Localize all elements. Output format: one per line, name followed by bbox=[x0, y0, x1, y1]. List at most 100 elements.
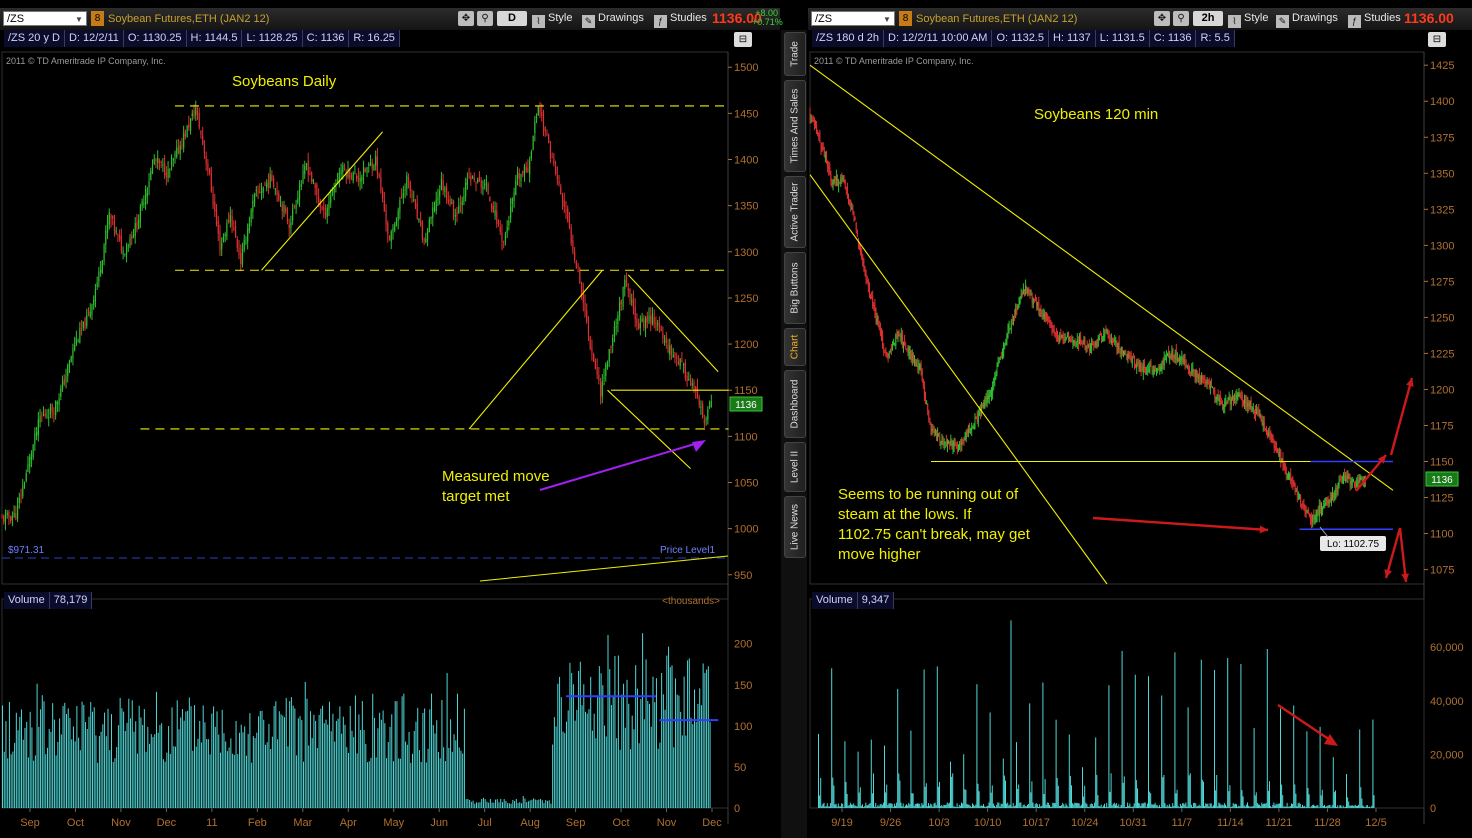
right-volume-bar bbox=[1272, 804, 1274, 808]
right-volume-bar bbox=[1040, 806, 1042, 808]
right-volume-bar bbox=[1160, 807, 1162, 808]
left-candle-body bbox=[60, 388, 62, 397]
right-volume-bar bbox=[1244, 806, 1246, 808]
right-volume-bar bbox=[1112, 803, 1114, 808]
left-candle-body bbox=[449, 198, 451, 206]
right-volume-bar bbox=[910, 730, 912, 808]
right-candle-body bbox=[937, 433, 939, 440]
right-candle-body bbox=[866, 280, 868, 282]
left-candle-body bbox=[120, 236, 122, 252]
left-candle-body bbox=[112, 215, 114, 219]
sidebar-tab-live-news[interactable]: Live News bbox=[784, 496, 806, 558]
right-volume-bar bbox=[1205, 803, 1207, 808]
right-candle-body bbox=[906, 348, 908, 350]
left-candle-body bbox=[248, 223, 250, 231]
right-volume-bar bbox=[1122, 782, 1124, 808]
right-volume-bar bbox=[1149, 791, 1151, 808]
right-candle-body bbox=[1082, 342, 1084, 344]
left-candle-body bbox=[456, 212, 458, 216]
right-candle-body bbox=[1125, 350, 1127, 355]
right-volume-bar bbox=[1355, 805, 1357, 808]
right-volume-bar bbox=[1126, 806, 1127, 808]
sidebar-tab-trade[interactable]: Trade bbox=[784, 32, 806, 76]
right-volume-bar bbox=[1294, 784, 1296, 808]
right-volume-bar bbox=[818, 733, 819, 808]
sidebar-tab-dashboard[interactable]: Dashboard bbox=[784, 370, 806, 438]
right-volume-bar bbox=[1192, 807, 1193, 808]
left-volume-bar bbox=[55, 755, 57, 808]
right-y-tick-label: 1125 bbox=[1430, 493, 1454, 505]
right-volume-bar bbox=[873, 773, 874, 808]
right-volume-bar bbox=[1331, 805, 1333, 808]
sidebar-tab-big-buttons[interactable]: Big Buttons bbox=[784, 252, 806, 324]
left-volume-bar bbox=[379, 712, 381, 808]
left-candle-body bbox=[274, 188, 276, 190]
left-candle-body bbox=[323, 207, 325, 210]
right-volume-bar bbox=[1007, 802, 1009, 808]
right-volume-bar bbox=[931, 804, 933, 808]
left-volume-bar bbox=[361, 701, 363, 808]
left-volume-bar bbox=[46, 747, 48, 808]
left-volume-bar bbox=[263, 719, 265, 808]
right-candle-body bbox=[1301, 504, 1303, 506]
left-candle-body bbox=[433, 209, 436, 211]
right-volume-bar bbox=[1047, 802, 1049, 808]
right-volume-bar bbox=[1185, 802, 1187, 808]
right-copyright: 2011 © TD Ameritrade IP Company, Inc. bbox=[814, 56, 974, 66]
right-volume-bar bbox=[898, 773, 900, 808]
right-volume-bar bbox=[884, 745, 885, 808]
left-price-chart[interactable]: 9501000105011001150120012501300135014001… bbox=[0, 0, 780, 838]
left-trendline bbox=[261, 131, 384, 271]
right-candle-body bbox=[1218, 397, 1220, 401]
right-volume-bar bbox=[943, 804, 945, 808]
left-volume-bar bbox=[567, 710, 569, 808]
right-price-chart[interactable]: 1075110011251150117512001225125012751300… bbox=[808, 0, 1472, 838]
right-candle-body bbox=[1337, 485, 1339, 494]
right-volume-bar bbox=[948, 802, 950, 808]
right-candle-body bbox=[1338, 481, 1340, 485]
left-volume-bar bbox=[36, 683, 38, 808]
left-candle-body bbox=[504, 233, 507, 241]
left-volume-bar bbox=[526, 802, 528, 808]
left-candle-body bbox=[298, 188, 301, 200]
right-candle-body bbox=[1173, 354, 1175, 359]
sidebar-tab-level-ii[interactable]: Level II bbox=[784, 442, 806, 492]
left-candle-body bbox=[506, 227, 508, 233]
left-volume-bar bbox=[5, 721, 7, 808]
right-volume-tick-label: 20,000 bbox=[1430, 749, 1464, 761]
left-candle-body bbox=[22, 485, 24, 497]
left-volume-bar bbox=[40, 709, 42, 808]
right-annotation-text: move higher bbox=[838, 546, 921, 563]
right-y-tick-label: 1100 bbox=[1430, 529, 1454, 541]
left-y-tick-label: 1100 bbox=[734, 431, 758, 443]
right-volume-bar bbox=[1099, 806, 1101, 808]
right-volume-bar bbox=[903, 806, 905, 808]
sidebar-tab-active-trader[interactable]: Active Trader bbox=[784, 176, 806, 248]
right-volume-bar bbox=[1133, 803, 1135, 808]
left-candle-body bbox=[357, 176, 359, 182]
right-candle-body bbox=[887, 356, 889, 358]
sidebar-tab-times-and-sales[interactable]: Times And Sales bbox=[784, 80, 806, 172]
right-candle-body bbox=[1346, 475, 1348, 479]
left-candle-body bbox=[328, 202, 330, 210]
right-candle-body bbox=[1192, 368, 1194, 373]
right-volume-bar bbox=[1270, 806, 1272, 808]
right-candle-body bbox=[832, 182, 834, 185]
right-candle-body bbox=[1329, 497, 1331, 503]
right-candle-body bbox=[815, 122, 816, 127]
right-volume-bar bbox=[1280, 708, 1281, 808]
right-candle-body bbox=[1200, 379, 1201, 382]
left-volume-bar bbox=[455, 740, 457, 808]
sidebar-tab-chart[interactable]: Chart bbox=[784, 328, 806, 366]
left-candle-body bbox=[561, 195, 564, 203]
right-candle-body bbox=[1268, 433, 1270, 436]
right-candle-body bbox=[1065, 338, 1067, 340]
left-volume-bar bbox=[100, 731, 102, 808]
right-candle-body bbox=[909, 351, 911, 353]
right-y-tick-label: 1150 bbox=[1430, 457, 1454, 469]
right-volume-bar bbox=[823, 802, 825, 808]
right-volume-bar bbox=[932, 806, 934, 808]
left-volume-bar bbox=[363, 729, 365, 808]
left-candle-body bbox=[693, 382, 695, 390]
right-volume-bar bbox=[1077, 803, 1079, 808]
